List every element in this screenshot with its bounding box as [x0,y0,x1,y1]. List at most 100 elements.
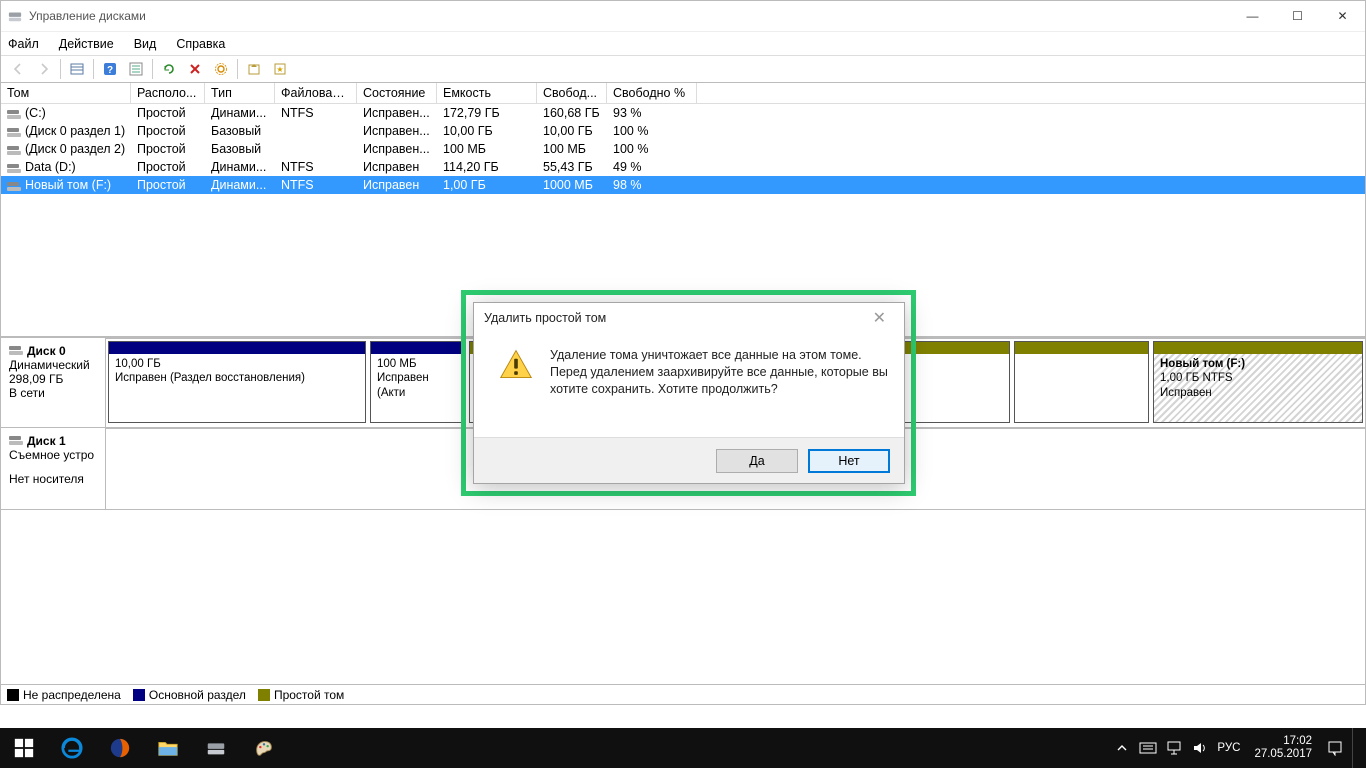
settings-button[interactable] [209,58,233,80]
legend-primary: Основной раздел [133,688,246,702]
taskbar-firefox[interactable] [96,728,144,768]
volume-icon [7,181,21,191]
action-b-button[interactable]: ★ [268,58,292,80]
tray-clock[interactable]: 17:02 27.05.2017 [1248,735,1318,761]
no-button[interactable]: Нет [808,449,890,473]
help-icon: ? [103,62,117,76]
tray-volume-icon[interactable] [1191,739,1209,757]
nav-back-button [6,58,30,80]
taskbar-edge[interactable] [48,728,96,768]
disk-1-label[interactable]: Диск 1 Съемное устро Нет носителя [1,428,106,509]
view-list-button[interactable] [65,58,89,80]
refresh-button[interactable] [157,58,181,80]
cell-volume: (Диск 0 раздел 2) [1,141,131,157]
swatch-olive [258,689,270,701]
disk-0-type: Динамический [9,358,99,372]
minimize-button[interactable]: — [1230,1,1275,31]
cell-capacity: 10,00 ГБ [437,123,537,139]
menu-help[interactable]: Справка [175,35,226,53]
taskbar-explorer[interactable] [144,728,192,768]
tray-language[interactable]: РУС [1217,742,1240,754]
table-body: (C:)ПростойДинами...NTFSИсправен...172,7… [1,104,1365,194]
tray-keyboard-icon[interactable] [1139,739,1157,757]
tray-network-icon[interactable] [1165,739,1183,757]
dialog-close-button[interactable]: ✕ [865,308,894,328]
show-desktop-button[interactable] [1352,728,1360,768]
partition-recovery[interactable]: 10,00 ГБ Исправен (Раздел восстановления… [108,341,366,423]
window-controls: — ☐ ✕ [1230,1,1365,31]
table-row[interactable]: (C:)ПростойДинами...NTFSИсправен...172,7… [1,104,1365,122]
properties-button[interactable] [124,58,148,80]
disk-0-size: 298,09 ГБ [9,372,99,386]
titlebar[interactable]: Управление дисками — ☐ ✕ [1,1,1365,31]
col-capacity[interactable]: Емкость [437,83,537,103]
action-a-button[interactable] [242,58,266,80]
page-star-icon: ★ [273,62,287,76]
delete-volume-dialog: Удалить простой том ✕ Удаление тома унич… [473,302,905,484]
menu-file[interactable]: Файл [7,35,40,53]
menubar: Файл Действие Вид Справка [1,31,1365,55]
tray-notifications-icon[interactable] [1326,739,1344,757]
table-row[interactable]: Новый том (F:)ПростойДинами...NTFSИсправ… [1,176,1365,194]
cell-fs [275,130,357,132]
col-layout[interactable]: Располо... [131,83,205,103]
table-row[interactable]: (Диск 0 раздел 2)ПростойБазовыйИсправен.… [1,140,1365,158]
disk-1-nomedia: Нет носителя [9,472,99,486]
partition-size: 1,00 ГБ NTFS [1160,371,1356,385]
cell-fs [275,148,357,150]
desktop-background-slice [280,705,1366,728]
col-volume[interactable]: Том [1,83,131,103]
volume-icon [7,145,21,155]
close-button[interactable]: ✕ [1320,1,1365,31]
partition-strip [109,342,365,354]
partition-new-volume-f[interactable]: Новый том (F:) 1,00 ГБ NTFS Исправен [1153,341,1363,423]
cell-fs: NTFS [275,177,357,193]
menu-view[interactable]: Вид [133,35,158,53]
start-button[interactable] [0,728,48,768]
cell-volume: (Диск 0 раздел 1) [1,123,131,139]
volume-icon [7,127,21,137]
taskbar-diskmgmt[interactable] [192,728,240,768]
col-type[interactable]: Тип [205,83,275,103]
volume-icon [7,109,21,119]
yes-button[interactable]: Да [716,449,798,473]
edge-icon [61,737,83,759]
dialog-message: Удаление тома уничтожает все данные на э… [550,347,888,437]
col-free[interactable]: Свобод... [537,83,607,103]
toolbar: ? ★ [1,55,1365,83]
maximize-button[interactable]: ☐ [1275,1,1320,31]
partition-size: 100 МБ [377,357,458,371]
col-status[interactable]: Состояние [357,83,437,103]
help-button[interactable]: ? [98,58,122,80]
empty-area [1,510,1365,684]
cell-pct: 93 % [607,105,697,121]
cell-status: Исправен... [357,141,437,157]
table-row[interactable]: Data (D:)ПростойДинами...NTFSИсправен114… [1,158,1365,176]
partition-hidden-b[interactable] [1014,341,1149,423]
tray-chevron-up-icon[interactable] [1113,739,1131,757]
cell-capacity: 114,20 ГБ [437,159,537,175]
disk-icon [9,346,23,356]
partition-system[interactable]: 100 МБ Исправен (Акти [370,341,465,423]
menu-action[interactable]: Действие [58,35,115,53]
cell-volume: Новый том (F:) [1,177,131,193]
taskbar-paint[interactable] [240,728,288,768]
swatch-black [7,689,19,701]
col-pct[interactable]: Свободно % [607,83,697,103]
partition-status: Исправен (Акти [377,371,458,400]
paint-icon [253,737,275,759]
partition-status: Исправен [1160,386,1356,400]
cell-capacity: 172,79 ГБ [437,105,537,121]
delete-icon [188,62,202,76]
titlebar-text: Управление дисками [29,9,146,23]
toolbar-separator [93,59,94,79]
delete-button[interactable] [183,58,207,80]
svg-text:?: ? [107,65,113,76]
toolbar-separator [237,59,238,79]
col-fs[interactable]: Файловая с... [275,83,357,103]
cell-free: 10,00 ГБ [537,123,607,139]
toolbar-separator [60,59,61,79]
table-row[interactable]: (Диск 0 раздел 1)ПростойБазовыйИсправен.… [1,122,1365,140]
disk-0-label[interactable]: Диск 0 Динамический 298,09 ГБ В сети [1,338,106,427]
dialog-titlebar[interactable]: Удалить простой том ✕ [474,303,904,333]
